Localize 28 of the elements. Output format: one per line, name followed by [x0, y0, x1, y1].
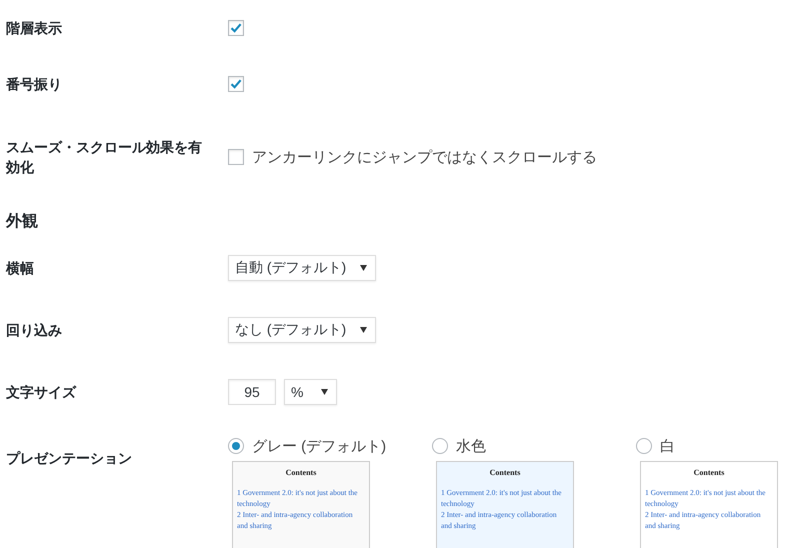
caret-icon	[360, 327, 368, 333]
preview-title: Contents	[284, 468, 318, 477]
radio-button[interactable]	[228, 438, 244, 454]
setting-label: 横幅	[6, 259, 35, 278]
number-field[interactable]: 95	[228, 379, 276, 405]
caret-icon	[321, 389, 328, 395]
setting-label: スムーズ・スクロール効果を有効化	[6, 138, 203, 177]
preview-title: Contents	[692, 468, 726, 477]
dropdown[interactable]: %	[284, 379, 338, 405]
setting-label: 番号振り	[6, 75, 63, 94]
radio-label: 白	[660, 436, 675, 456]
setting-label: プレゼンテーション	[6, 449, 133, 468]
radio-label: 水色	[456, 436, 486, 456]
radio-label: グレー (デフォルト)	[252, 436, 386, 456]
dropdown[interactable]: なし (デフォルト)	[228, 317, 376, 343]
checkbox[interactable]	[228, 76, 244, 92]
dropdown[interactable]: 自動 (デフォルト)	[228, 255, 376, 281]
radio-button[interactable]	[432, 438, 448, 454]
checkbox-label: アンカーリンクにジャンプではなくスクロールする	[252, 148, 597, 166]
setting-label: 文字サイズ	[6, 383, 78, 402]
section-heading: 外観	[6, 212, 39, 232]
radio-button[interactable]	[636, 438, 652, 454]
checkbox[interactable]	[228, 149, 244, 165]
setting-label: 階層表示	[6, 19, 63, 38]
setting-label: 回り込み	[6, 321, 63, 340]
checkbox[interactable]	[228, 20, 244, 36]
preview-title: Contents	[488, 468, 522, 477]
caret-icon	[360, 265, 368, 271]
